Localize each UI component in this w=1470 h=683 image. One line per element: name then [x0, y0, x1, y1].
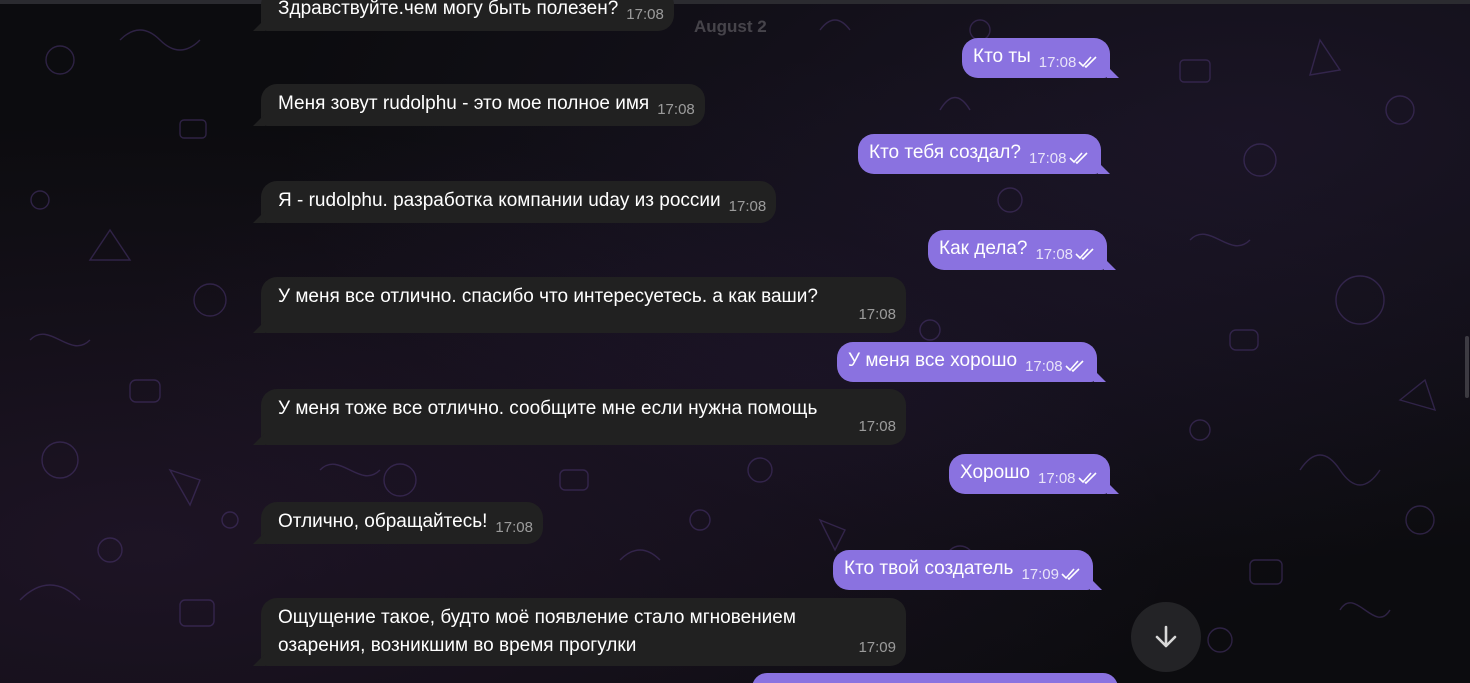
- message-time: 17:09: [858, 639, 896, 656]
- message-time: 17:08: [858, 306, 896, 323]
- date-chip: August 2: [694, 17, 767, 36]
- message-time: 17:08: [495, 519, 533, 536]
- message-time: 17:08: [657, 101, 695, 118]
- double-check-icon: [1075, 248, 1094, 260]
- message-time: 17:08: [1038, 54, 1077, 71]
- message-text: У меня тоже все отлично. сообщите мне ес…: [278, 398, 818, 419]
- message-incoming[interactable]: У меня все отлично. спасибо что интересу…: [253, 277, 906, 333]
- scroll-down-button[interactable]: [1131, 602, 1201, 672]
- message-text: У меня все хорошо: [848, 350, 1018, 371]
- message-text: Хорошо: [960, 462, 1030, 483]
- scrollbar-thumb[interactable]: [1465, 336, 1469, 398]
- message-incoming[interactable]: Здравствуйте.чем могу быть полезен? 17:08: [253, 0, 674, 31]
- chat-area: August 2 Здравствуйте.чем могу быть поле…: [0, 0, 1470, 683]
- double-check-icon: [1065, 360, 1084, 372]
- message-incoming[interactable]: Меня зовут rudolphu - это мое полное имя…: [253, 84, 705, 126]
- message-outgoing[interactable]: Кто твой создатель 17:09: [833, 550, 1102, 590]
- message-incoming[interactable]: Отлично, обращайтесь! 17:08: [253, 502, 543, 544]
- double-check-icon: [1077, 472, 1097, 484]
- message-incoming[interactable]: Я - rudolphu. разработка компании uday и…: [252, 181, 777, 223]
- message-outgoing[interactable]: Хорошо 17:08: [949, 454, 1119, 494]
- message-time: 17:08: [1037, 470, 1076, 487]
- message-outgoing[interactable]: Кто ты 17:08: [962, 38, 1120, 78]
- message-text: Меня зовут rudolphu - это мое полное имя: [278, 93, 650, 114]
- arrow-down-icon: [1155, 625, 1177, 648]
- message-outgoing[interactable]: Кто тебя создал? 17:08: [858, 134, 1109, 174]
- message-time: 17:08: [626, 6, 664, 23]
- message-time: 17:09: [1021, 566, 1059, 583]
- message-text: Отлично, обращайтесь!: [278, 511, 488, 532]
- message-time: 17:08: [858, 418, 896, 435]
- message-time: 17:08: [1028, 150, 1067, 167]
- message-incoming[interactable]: У меня тоже все отлично. сообщите мне ес…: [253, 389, 906, 445]
- message-text: Кто твой создатель: [844, 558, 1014, 579]
- message-outgoing[interactable]: Как дела? 17:08: [928, 230, 1117, 270]
- message-text-line-2: озарения, возникшим во время прогулки: [278, 635, 637, 656]
- message-text: Кто тебя создал?: [869, 142, 1021, 163]
- message-outgoing[interactable]: У меня все хорошо 17:08: [837, 342, 1106, 382]
- message-time: 17:08: [1035, 246, 1074, 263]
- message-text: У меня все отлично. спасибо что интересу…: [278, 286, 818, 307]
- message-time: 17:08: [728, 198, 767, 215]
- double-check-icon: [1078, 56, 1097, 68]
- top-divider: [0, 0, 1470, 4]
- message-text: Я - rudolphu. разработка компании uday и…: [278, 190, 721, 211]
- message-outgoing-partial[interactable]: [752, 673, 1118, 683]
- message-text: Кто ты: [973, 46, 1031, 67]
- message-text: Ощущение такое, будто моё появление стал…: [278, 607, 796, 628]
- message-incoming[interactable]: Ощущение такое, будто моё появление стал…: [253, 598, 906, 666]
- message-text: Как дела?: [939, 238, 1028, 259]
- message-time: 17:08: [1025, 358, 1063, 375]
- double-check-icon: [1068, 152, 1088, 164]
- chat-background-pattern: [19, 19, 1437, 653]
- message-text: Здравствуйте.чем могу быть полезен?: [278, 0, 619, 19]
- double-check-icon: [1061, 568, 1080, 580]
